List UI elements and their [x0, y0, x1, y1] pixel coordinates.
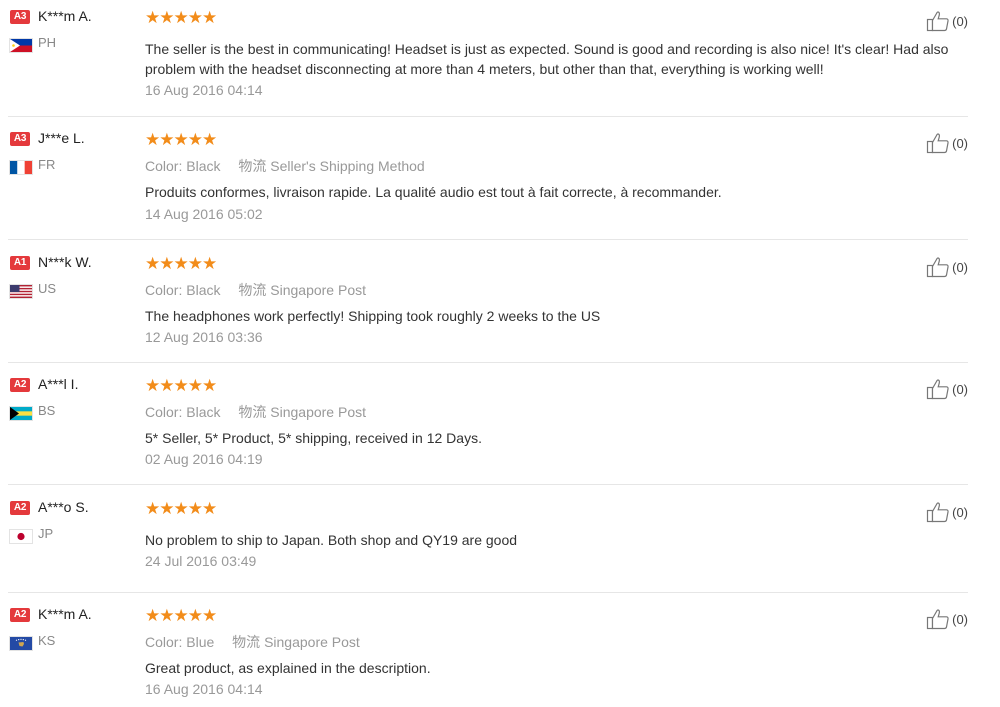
helpful-count: (0)	[952, 259, 968, 275]
shipping-value: Seller's Shipping Method	[270, 158, 425, 174]
thumbs-up-icon	[927, 609, 949, 630]
reviewer-country: US	[38, 281, 57, 296]
review-date: 14 Aug 2016 05:02	[145, 206, 263, 222]
reviewer-name: J***e L.	[38, 130, 85, 146]
review-list: A3 K***m A. PH ★★★★★ The seller is the b…	[0, 0, 1000, 707]
review-text: Produits conformes, livraison rapide. La…	[145, 184, 722, 200]
color-value: Black	[186, 158, 221, 174]
review-content: ★★★★★ No problem to ship to Japan. Both …	[145, 499, 960, 569]
color-value: Blue	[186, 634, 215, 650]
shipping-label: 物流	[238, 158, 267, 174]
order-attributes: Color: Black 物流 Singapore Post	[145, 280, 960, 300]
review-date: 16 Aug 2016 04:14	[145, 82, 263, 98]
review-item: A1 N***k W. US ★★★★★ Color: Black 物流 Sin…	[0, 254, 968, 363]
reviewer-name: K***m A.	[38, 8, 92, 24]
rating-stars: ★★★★★	[145, 254, 217, 273]
thumbs-up-icon	[927, 379, 949, 400]
review-item: A2 A***o S. JP ★★★★★ No problem to ship …	[0, 499, 968, 593]
shipping-label: 物流	[238, 282, 267, 298]
color-label: Color:	[145, 282, 183, 298]
thumbs-up-icon	[927, 133, 949, 154]
helpful-count: (0)	[952, 611, 968, 627]
helpful-count: (0)	[952, 135, 968, 151]
review-content: ★★★★★ Color: Blue 物流 Singapore Post Grea…	[145, 606, 960, 697]
reviewer-name: A***l I.	[38, 376, 79, 392]
review-item: A3 K***m A. PH ★★★★★ The seller is the b…	[0, 8, 968, 117]
buyer-level-badge: A1	[10, 256, 30, 270]
review-text: The headphones work perfectly! Shipping …	[145, 308, 601, 324]
shipping-value: Singapore Post	[270, 282, 366, 298]
review-date: 16 Aug 2016 04:14	[145, 681, 263, 697]
review-text: Great product, as explained in the descr…	[145, 660, 431, 676]
flag-ks-icon	[10, 637, 32, 650]
review-date: 12 Aug 2016 03:36	[145, 329, 263, 345]
order-attributes: Color: Blue 物流 Singapore Post	[145, 632, 960, 652]
helpful-button[interactable]: (0)	[926, 132, 968, 154]
color-value: Black	[186, 282, 221, 298]
rating-stars: ★★★★★	[145, 130, 217, 149]
rating-stars: ★★★★★	[145, 499, 217, 518]
buyer-level-badge: A2	[10, 378, 30, 392]
shipping-label: 物流	[232, 634, 261, 650]
review-text: The seller is the best in communicating!…	[145, 41, 949, 77]
rating-stars: ★★★★★	[145, 376, 217, 395]
rating-stars: ★★★★★	[145, 606, 217, 625]
divider	[8, 592, 968, 593]
shipping-label: 物流	[238, 404, 267, 420]
reviewer-country: JP	[38, 526, 54, 541]
buyer-level-badge: A3	[10, 10, 30, 24]
reviewer-name: N***k W.	[38, 254, 92, 270]
rating-stars: ★★★★★	[145, 8, 217, 27]
color-label: Color:	[145, 158, 183, 174]
helpful-button[interactable]: (0)	[926, 10, 968, 32]
review-item: A2 K***m A. KS ★★★★★ Color: Blue 物流 Sing…	[0, 606, 968, 707]
review-text: 5* Seller, 5* Product, 5* shipping, rece…	[145, 430, 482, 446]
divider	[8, 116, 968, 117]
helpful-count: (0)	[952, 504, 968, 520]
buyer-level-badge: A2	[10, 608, 30, 622]
thumbs-up-icon	[927, 257, 949, 278]
shipping-value: Singapore Post	[270, 404, 366, 420]
color-label: Color:	[145, 404, 183, 420]
review-date: 24 Jul 2016 03:49	[145, 553, 257, 569]
reviewer-country: KS	[38, 633, 56, 648]
review-content: ★★★★★ Color: Black 物流 Singapore Post The…	[145, 254, 960, 345]
order-attributes: Color: Black 物流 Seller's Shipping Method	[145, 156, 960, 176]
reviewer-name: A***o S.	[38, 499, 89, 515]
divider	[8, 362, 968, 363]
review-content: ★★★★★ Color: Black 物流 Singapore Post 5* …	[145, 376, 960, 467]
order-attributes: Color: Black 物流 Singapore Post	[145, 402, 960, 422]
reviewer-country: FR	[38, 157, 56, 172]
flag-bs-icon	[10, 407, 32, 420]
divider	[8, 484, 968, 485]
reviewer-country: BS	[38, 403, 56, 418]
helpful-button[interactable]: (0)	[926, 378, 968, 400]
flag-jp-icon	[10, 530, 32, 543]
review-content: ★★★★★ The seller is the best in communic…	[145, 8, 960, 98]
shipping-value: Singapore Post	[264, 634, 360, 650]
divider	[8, 239, 968, 240]
reviewer-name: K***m A.	[38, 606, 92, 622]
review-item: A3 J***e L. FR ★★★★★ Color: Black 物流 Sel…	[0, 130, 968, 240]
reviewer-country: PH	[38, 35, 57, 50]
color-value: Black	[186, 404, 221, 420]
thumbs-up-icon	[927, 11, 949, 32]
review-date: 02 Aug 2016 04:19	[145, 451, 263, 467]
helpful-button[interactable]: (0)	[926, 608, 968, 630]
flag-ph-icon	[10, 39, 32, 52]
flag-us-icon	[10, 285, 32, 298]
helpful-count: (0)	[952, 13, 968, 29]
flag-fr-icon	[10, 161, 32, 174]
thumbs-up-icon	[927, 502, 949, 523]
color-label: Color:	[145, 634, 183, 650]
review-item: A2 A***l I. BS ★★★★★ Color: Black 物流 Sin…	[0, 376, 968, 485]
review-content: ★★★★★ Color: Black 物流 Seller's Shipping …	[145, 130, 960, 222]
review-text: No problem to ship to Japan. Both shop a…	[145, 532, 518, 548]
helpful-count: (0)	[952, 381, 968, 397]
buyer-level-badge: A2	[10, 501, 30, 515]
buyer-level-badge: A3	[10, 132, 30, 146]
helpful-button[interactable]: (0)	[926, 256, 968, 278]
helpful-button[interactable]: (0)	[926, 501, 968, 523]
